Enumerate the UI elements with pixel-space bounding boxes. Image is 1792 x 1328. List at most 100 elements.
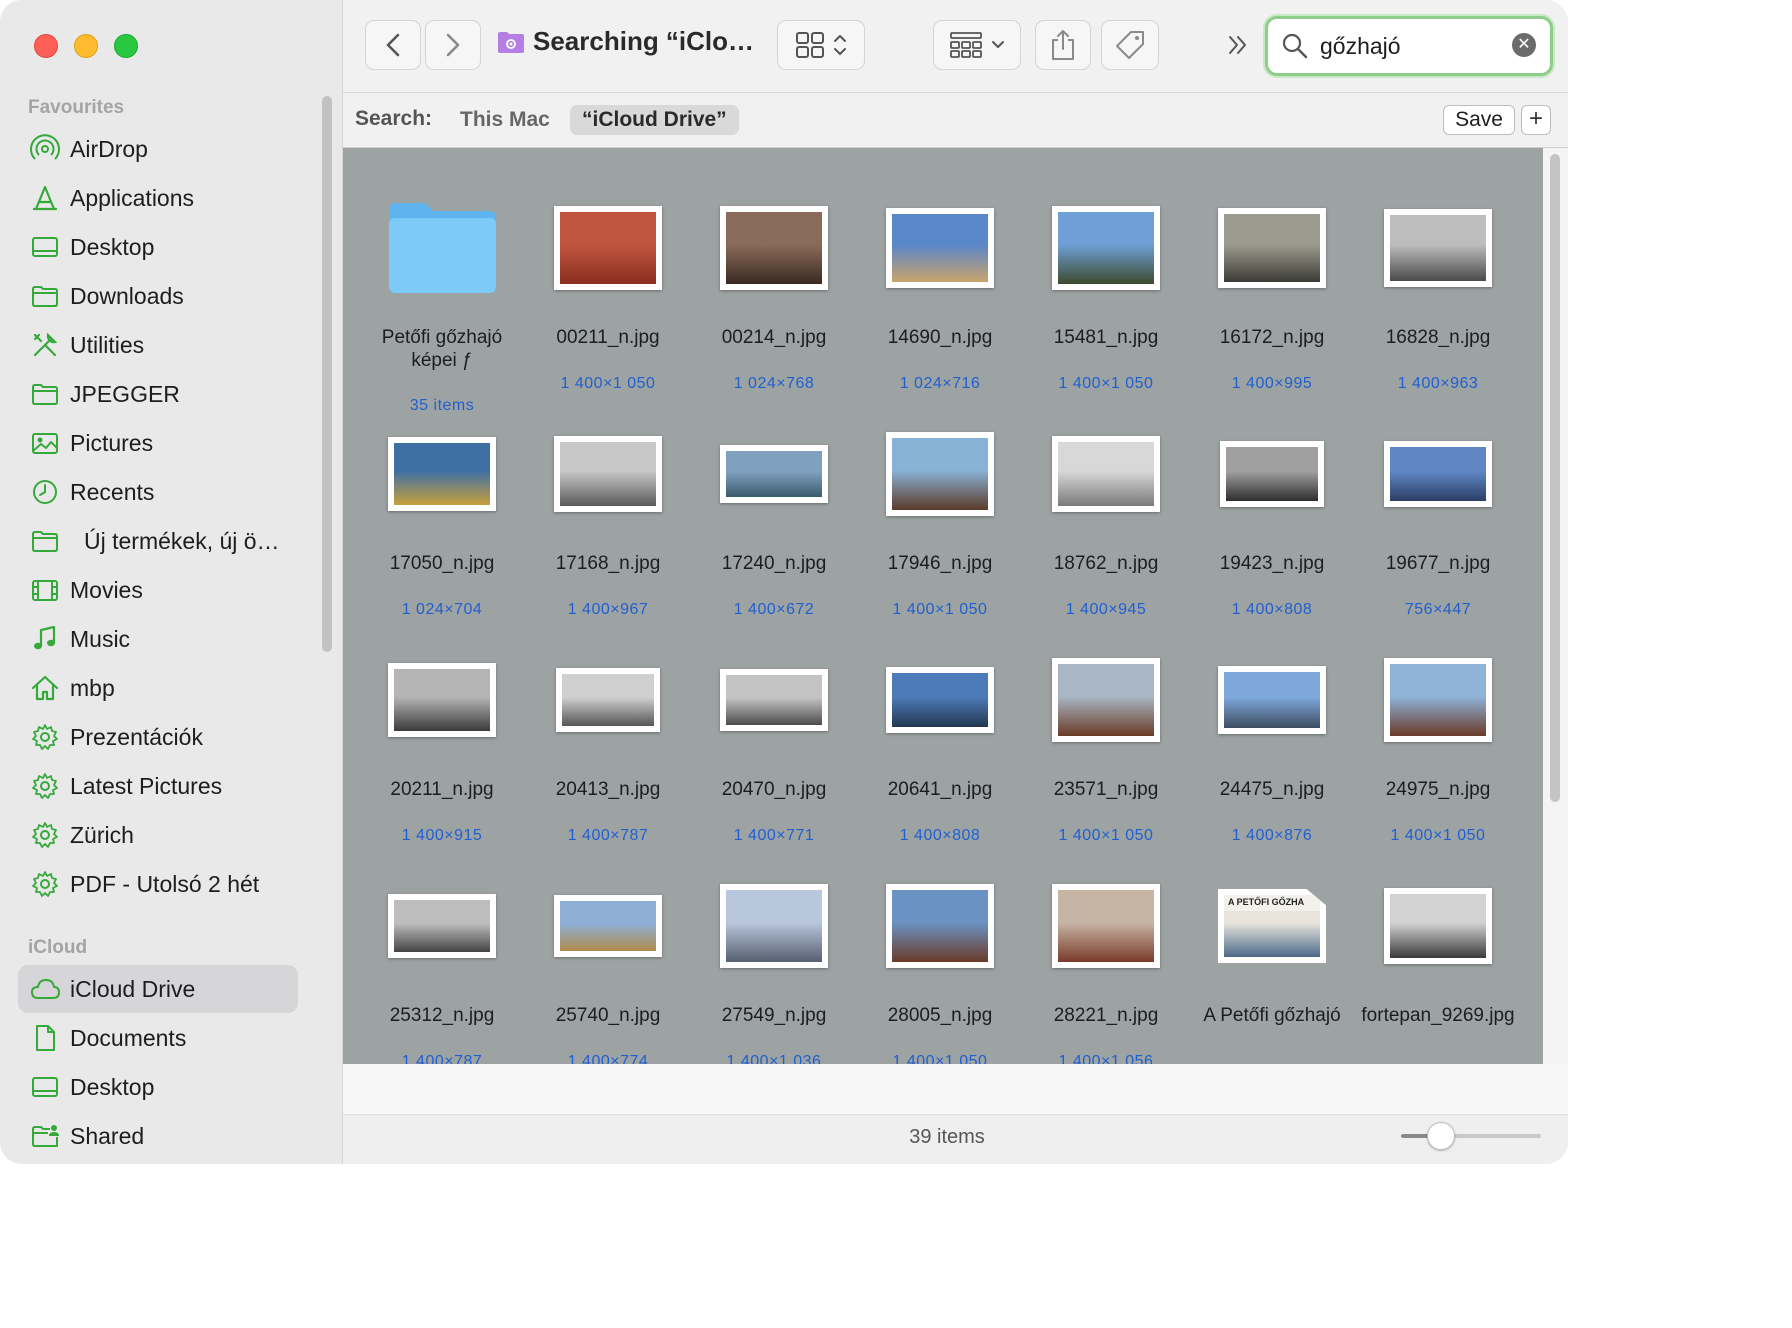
back-button[interactable] <box>365 20 421 70</box>
file-item[interactable]: 19423_n.jpg 1 400×808 <box>1189 404 1355 618</box>
sidebar-item-fav-recents[interactable]: Recents <box>18 468 298 516</box>
gear-icon <box>30 722 60 752</box>
file-item[interactable]: 17946_n.jpg 1 400×1 050 <box>857 404 1023 618</box>
file-item[interactable]: 24975_n.jpg 1 400×1 050 <box>1355 630 1521 844</box>
image-thumbnail <box>720 445 828 503</box>
scope-icloud-drive[interactable]: “iCloud Drive” <box>570 105 739 135</box>
file-item[interactable]: 18762_n.jpg 1 400×945 <box>1023 404 1189 618</box>
file-item[interactable]: 28005_n.jpg 1 400×1 050 <box>857 856 1023 1064</box>
sidebar-item-fav-airdrop[interactable]: AirDrop <box>18 125 298 173</box>
sidebar-item-fav-jpegger[interactable]: JPEGGER <box>18 370 298 418</box>
file-item[interactable]: 23571_n.jpg 1 400×1 050 <box>1023 630 1189 844</box>
sidebar-item-fav-movies[interactable]: Movies <box>18 566 298 614</box>
file-item[interactable]: 17240_n.jpg 1 400×672 <box>691 404 857 618</box>
sidebar-item-fav-pdf-utols-2-h-t[interactable]: PDF - Utolsó 2 hét <box>18 860 298 908</box>
file-item[interactable]: 20211_n.jpg 1 400×915 <box>359 630 525 844</box>
sidebar-item-fav-j-term-kek-j[interactable]: Új termékek, új ö… <box>18 517 298 565</box>
file-item[interactable]: A PETŐFI GŐZHA A Petőfi gőzhajó <box>1189 856 1355 1056</box>
image-dimensions: 1 400×787 <box>567 827 649 844</box>
file-grid[interactable]: Petőfi gőzhajó képei ƒ 35 items 00211_n.jp… <box>343 148 1543 1064</box>
file-item[interactable]: 17050_n.jpg 1 024×704 <box>359 404 525 618</box>
sidebar-item-fav-latest-pictures[interactable]: Latest Pictures <box>18 762 298 810</box>
photo-preview <box>892 673 988 727</box>
image-thumbnail <box>388 894 496 958</box>
file-item[interactable]: 19677_n.jpg 756×447 <box>1355 404 1521 618</box>
tag-button[interactable] <box>1101 20 1159 70</box>
file-item[interactable]: 17168_n.jpg 1 400×967 <box>525 404 691 618</box>
group-by-button[interactable] <box>933 20 1021 70</box>
clear-search-icon[interactable]: ✕ <box>1512 33 1536 57</box>
close-window-button[interactable] <box>34 34 58 58</box>
icon-size-slider[interactable] <box>1401 1122 1541 1150</box>
file-thumbnail-area <box>1023 630 1189 770</box>
file-thumbnail-area <box>525 856 691 996</box>
photo-preview <box>1390 664 1486 736</box>
file-item[interactable]: 16172_n.jpg 1 400×995 <box>1189 178 1355 392</box>
file-item[interactable]: 20470_n.jpg 1 400×771 <box>691 630 857 844</box>
sidebar-item-icloud-shared[interactable]: Shared <box>18 1112 298 1160</box>
file-name: 20211_n.jpg <box>390 779 494 800</box>
file-item[interactable]: fortepan_9269.jpg5 261×3 585 <box>1355 856 1521 1056</box>
file-item[interactable]: Petőfi gőzhajó képei ƒ 35 items <box>359 178 525 414</box>
sidebar-item-label: Zürich <box>70 821 134 848</box>
file-item[interactable]: 27549_n.jpg 1 400×1 036 <box>691 856 857 1064</box>
file-item[interactable]: 24475_n.jpg 1 400×876 <box>1189 630 1355 844</box>
sidebar-item-label: Desktop <box>70 233 155 260</box>
file-item[interactable]: 16828_n.jpg 1 400×963 <box>1355 178 1521 392</box>
file-thumbnail-area <box>1189 404 1355 544</box>
image-thumbnail <box>1384 441 1492 507</box>
sidebar-item-fav-music[interactable]: Music <box>18 615 298 663</box>
file-item[interactable]: 14690_n.jpg 1 024×716 <box>857 178 1023 392</box>
shared-folder-icon <box>30 1121 60 1151</box>
search-field[interactable]: ✕ <box>1265 16 1553 76</box>
sidebar-item-icloud-documents[interactable]: Documents <box>18 1014 298 1062</box>
file-thumbnail-area <box>857 856 1023 996</box>
gear-icon <box>30 820 60 850</box>
image-dimensions: 1 400×915 <box>401 827 483 844</box>
sidebar-item-fav-applications[interactable]: Applications <box>18 174 298 222</box>
sidebar-item-icloud-desktop[interactable]: Desktop <box>18 1063 298 1111</box>
file-item[interactable]: 15481_n.jpg 1 400×1 050 <box>1023 178 1189 392</box>
sidebar-item-fav-mbp[interactable]: mbp <box>18 664 298 712</box>
sidebar-item-fav-prezent-ci-k[interactable]: Prezentációk <box>18 713 298 761</box>
sidebar-item-icloud-icloud-drive[interactable]: iCloud Drive <box>18 965 298 1013</box>
forward-button[interactable] <box>425 20 481 70</box>
sidebar-item-fav-z-rich[interactable]: Zürich <box>18 811 298 859</box>
file-thumbnail-area <box>1355 630 1521 770</box>
scope-this-mac[interactable]: This Mac <box>448 105 562 135</box>
content-scrollbar[interactable] <box>1543 148 1568 1064</box>
photo-preview <box>560 442 656 506</box>
minimize-window-button[interactable] <box>74 34 98 58</box>
file-item[interactable]: 25740_n.jpg 1 400×774 <box>525 856 691 1064</box>
desktop-icon <box>30 1072 60 1102</box>
add-criteria-button[interactable]: + <box>1521 105 1551 135</box>
file-name: 00211_n.jpg <box>556 327 660 348</box>
sidebar-item-fav-desktop[interactable]: Desktop <box>18 223 298 271</box>
search-input[interactable] <box>1318 27 1512 65</box>
sidebar-scrollbar[interactable] <box>322 96 332 652</box>
file-item[interactable]: 20641_n.jpg 1 400×808 <box>857 630 1023 844</box>
file-item[interactable]: 25312_n.jpg 1 400×787 <box>359 856 525 1064</box>
icon-size-slider-knob[interactable] <box>1427 1122 1456 1150</box>
chevron-down-icon <box>992 41 1004 48</box>
sidebar-item-fav-pictures[interactable]: Pictures <box>18 419 298 467</box>
file-item[interactable]: 20413_n.jpg 1 400×787 <box>525 630 691 844</box>
sidebar-item-fav-utilities[interactable]: Utilities <box>18 321 298 369</box>
save-search-button[interactable]: Save <box>1443 105 1515 135</box>
toolbar-overflow-button[interactable] <box>1227 34 1249 61</box>
sidebar-item-fav-downloads[interactable]: Downloads <box>18 272 298 320</box>
image-dimensions: 1 400×963 <box>1397 375 1479 392</box>
file-name: A Petőfi gőzhajó <box>1203 1005 1341 1026</box>
file-name: 20413_n.jpg <box>555 779 661 800</box>
image-dimensions: 1 024×704 <box>401 601 483 618</box>
share-icon <box>1052 30 1074 60</box>
file-item[interactable]: 28221_n.jpg 1 400×1 056 <box>1023 856 1189 1064</box>
zoom-window-button[interactable] <box>114 34 138 58</box>
view-mode-button[interactable] <box>777 20 865 70</box>
file-item[interactable]: 00211_n.jpg 1 400×1 050 <box>525 178 691 392</box>
sidebar-item-label: mbp <box>70 674 115 701</box>
content-scrollbar-thumb[interactable] <box>1550 154 1560 802</box>
file-item[interactable]: 00214_n.jpg 1 024×768 <box>691 178 857 392</box>
share-button[interactable] <box>1035 20 1091 70</box>
image-dimensions: 1 400×771 <box>733 827 815 844</box>
